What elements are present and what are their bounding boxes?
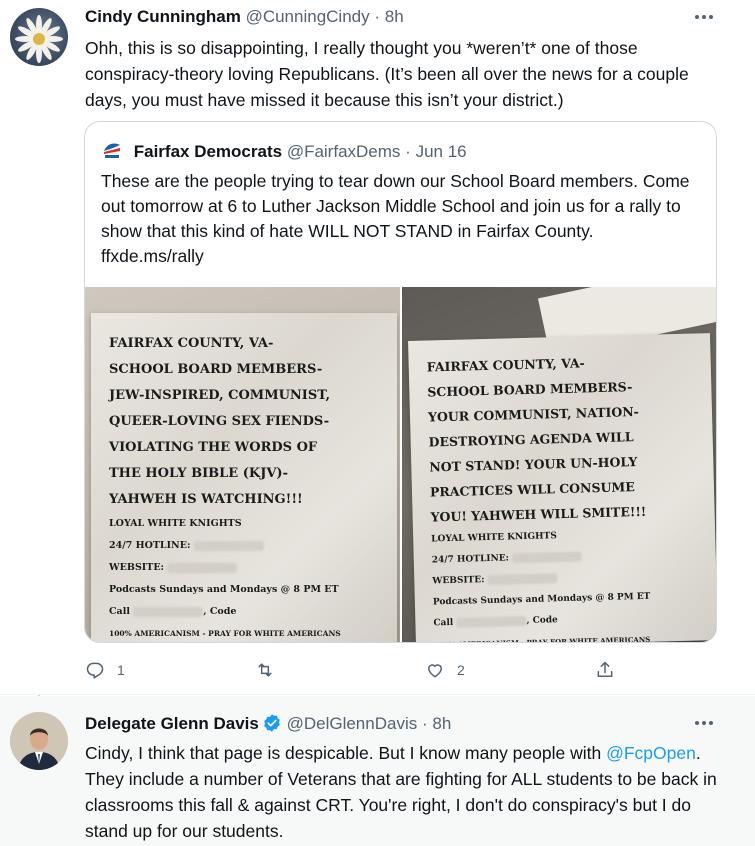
divider	[0, 694, 755, 695]
like-icon	[428, 664, 442, 678]
avatar[interactable]	[10, 712, 68, 770]
quoted-tweet[interactable]: Fairfax Democrats @FairfaxDems · Jun 16 …	[84, 121, 717, 643]
redaction	[133, 606, 204, 617]
flyer-text: FAIRFAX COUNTY, VA- SCHOOL BOARD MEMBERS…	[109, 331, 389, 642]
flyer-hotline-label: 24/7 HOTLINE:	[431, 553, 510, 566]
flyer-small-line: WEBSITE:	[109, 557, 389, 579]
share-button[interactable]	[595, 658, 615, 682]
flyer-line: SCHOOL BOARD MEMBERS-	[109, 362, 323, 377]
more-icon[interactable]	[693, 716, 715, 730]
redaction	[167, 562, 238, 573]
redaction	[193, 540, 264, 551]
like-button[interactable]: 2	[425, 658, 465, 682]
fairfax-democrats-logo-icon	[101, 139, 123, 161]
quote-text: These are the people trying to tear down…	[101, 171, 690, 266]
flyer-paper: FAIRFAX COUNTY, VA- SCHOOL BOARD MEMBERS…	[408, 333, 716, 642]
flyer-paper: FAIRFAX COUNTY, VA- SCHOOL BOARD MEMBERS…	[91, 313, 397, 642]
tweet-text: Cindy, I think that page is despicable. …	[85, 740, 725, 844]
flyer-line: FAIRFAX COUNTY, VA-	[109, 336, 274, 351]
flyer-small-line: Podcasts Sundays and Mondays @ 8 PM ET	[109, 584, 339, 595]
flyer-line: YAHWEH IS WATCHING!!!	[109, 492, 303, 507]
tweet[interactable]: Cindy Cunningham @CunningCindy · 8h Ohh,…	[0, 0, 755, 695]
flyer-line: JEW-INSPIRED, COMMUNIST,	[109, 388, 331, 403]
mention-link[interactable]: @FcpOpen	[606, 743, 696, 763]
flyer-text: FAIRFAX COUNTY, VA- SCHOOL BOARD MEMBERS…	[426, 347, 714, 642]
quote-date[interactable]: Jun 16	[416, 142, 467, 161]
tweet-header: Cindy Cunningham @CunningCindy · 8h	[85, 7, 404, 29]
avatar[interactable]	[10, 8, 68, 66]
tweet-text-part: Cindy, I think that page is despicable. …	[85, 743, 607, 763]
reply-count: 1	[117, 662, 125, 678]
flyer-line: QUEER-LOVING SEX FIENDS-	[109, 414, 330, 429]
more-icon[interactable]	[693, 10, 715, 24]
flyer-small-line: 24/7 HOTLINE:	[109, 535, 389, 557]
verified-icon	[262, 713, 282, 733]
timestamp[interactable]: 8h	[385, 7, 404, 26]
flyer-small-line: 100% AMERICANISM - PRAY FOR WHITE AMERIC…	[109, 629, 341, 638]
flyer-small-line: Call , Code	[109, 601, 389, 623]
reply-button[interactable]: 1	[85, 658, 125, 682]
handle[interactable]: @CunningCindy	[246, 7, 370, 26]
redaction	[511, 551, 583, 563]
timestamp[interactable]: 8h	[432, 714, 451, 733]
flyer-website-label: WEBSITE:	[432, 575, 485, 587]
quote-display-name[interactable]: Fairfax Democrats	[134, 142, 282, 161]
action-bar: 1 2	[85, 658, 645, 682]
flyer-hotline-label: 24/7 HOTLINE:	[109, 540, 191, 551]
redaction	[456, 615, 527, 628]
flyer-line: VIOLATING THE WORDS OF	[109, 440, 318, 455]
quote-image-1[interactable]: FAIRFAX COUNTY, VA- SCHOOL BOARD MEMBERS…	[85, 287, 400, 642]
tweet-header: Delegate Glenn Davis @DelGlennDavis · 8h	[85, 713, 451, 735]
handle[interactable]: @DelGlennDavis	[287, 714, 418, 733]
reply-icon	[86, 662, 104, 679]
retweet-icon	[258, 663, 272, 677]
flyer-code-label: , Code	[526, 615, 558, 627]
quote-image-2[interactable]: FAIRFAX COUNTY, VA- SCHOOL BOARD MEMBERS…	[402, 287, 716, 642]
flyer-website-label: WEBSITE:	[109, 562, 165, 573]
display-name[interactable]: Cindy Cunningham	[85, 7, 241, 26]
quote-header: Fairfax Democrats @FairfaxDems · Jun 16	[101, 139, 467, 162]
flyer-small-line: LOYAL WHITE KNIGHTS	[109, 518, 242, 529]
share-icon	[597, 661, 613, 677]
tweet-text: Ohh, this is so disappointing, I really …	[85, 38, 689, 110]
flyer-code-label: , Code	[203, 606, 237, 617]
flyer-call-label: Call	[433, 617, 454, 629]
display-name[interactable]: Delegate Glenn Davis	[85, 714, 259, 733]
redaction	[487, 572, 558, 585]
separator: ·	[421, 714, 428, 733]
like-count: 2	[457, 662, 465, 678]
quote-handle[interactable]: @FairfaxDems	[287, 142, 401, 161]
flyer-call-label: Call	[109, 606, 130, 617]
separator: ·	[374, 7, 381, 26]
flyer-line: THE HOLY BIBLE (KJV)-	[109, 466, 288, 481]
separator: ·	[405, 142, 411, 161]
retweet-button[interactable]	[255, 658, 287, 682]
